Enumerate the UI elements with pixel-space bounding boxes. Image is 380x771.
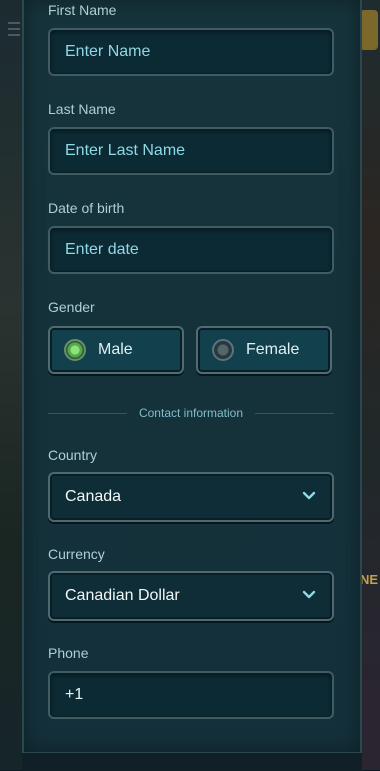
contact-divider: Contact information <box>48 406 334 420</box>
menu-icon <box>8 22 20 36</box>
contact-section-title: Contact information <box>138 406 244 420</box>
gender-male-option[interactable]: Male <box>48 326 184 374</box>
chevron-down-icon <box>302 491 316 500</box>
currency-label: Currency <box>48 546 105 562</box>
country-label: Country <box>48 447 98 463</box>
first-name-input[interactable]: Enter Name <box>48 28 334 76</box>
divider-line <box>255 412 334 414</box>
divider-line <box>48 412 127 414</box>
currency-select[interactable]: Canadian Dollar <box>48 571 334 621</box>
coin-icon <box>360 10 378 50</box>
dob-input[interactable]: Enter date <box>48 226 334 274</box>
chevron-down-icon <box>302 590 316 599</box>
phone-input[interactable]: +1 <box>48 671 334 719</box>
modal-bottom-edge <box>22 752 362 771</box>
background-left-edge <box>0 0 22 770</box>
radio-checked-icon <box>64 339 86 361</box>
country-value: Canada <box>65 488 122 505</box>
dob-label: Date of birth <box>48 200 125 216</box>
first-name-label: First Name <box>48 2 117 18</box>
radio-unchecked-icon <box>212 339 234 361</box>
gender-female-option[interactable]: Female <box>196 326 332 374</box>
currency-value: Canadian Dollar <box>65 587 180 604</box>
background-side-text: NE <box>359 572 378 587</box>
gender-female-label: Female <box>246 341 300 358</box>
country-select[interactable]: Canada <box>48 472 334 522</box>
gender-label: Gender <box>48 299 95 315</box>
last-name-input[interactable]: Enter Last Name <box>48 127 334 175</box>
phone-label: Phone <box>48 645 89 661</box>
gender-male-label: Male <box>98 341 133 358</box>
last-name-label: Last Name <box>48 101 116 117</box>
registration-form: First Name Enter Name Last Name Enter La… <box>22 0 362 752</box>
